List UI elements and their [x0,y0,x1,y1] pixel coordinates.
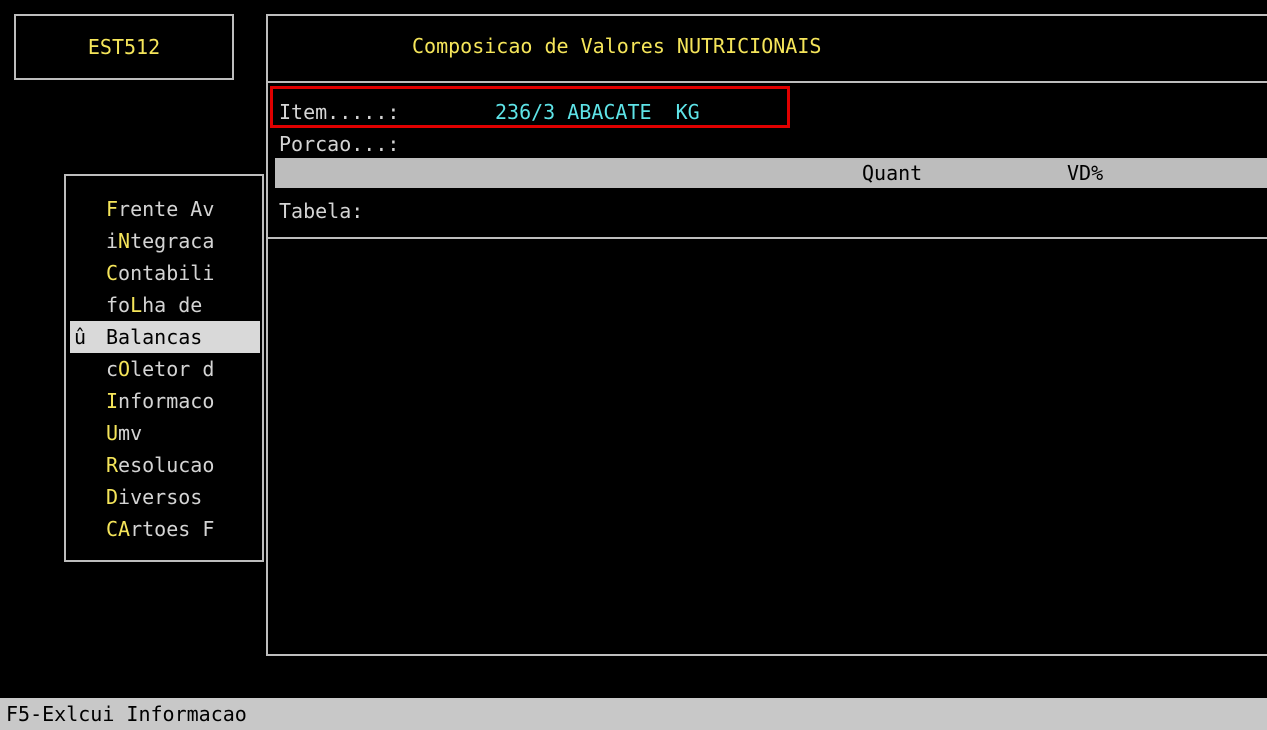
menu-item-text: Balancas [106,325,203,349]
selection-marker: û [74,325,87,349]
menu-item-hotkey: C [106,261,119,285]
menu-item-text: rtoes F [130,517,215,541]
menu-item[interactable]: Resolucao [70,449,260,481]
menu-item-text: letor d [130,357,215,381]
menu-item-hotkey: U [106,421,119,445]
menu-item-text: iversos [118,485,203,509]
menu-item-hotkey: O [118,357,131,381]
menu-item-hotkey: R [106,453,119,477]
porcao-label: Porcao...: [279,132,400,156]
menu-item-text: nformaco [118,389,215,413]
title-divider [266,81,1267,83]
menu-item[interactable]: iNtegraca [70,225,260,257]
tabela-label: Tabela: [279,199,364,223]
menu-item[interactable]: Umv [70,417,260,449]
column-header-quant: Quant [862,161,923,185]
menu-item-text: ha de [142,293,203,317]
menu-item[interactable]: û Balancas [70,321,260,353]
program-code-box: EST512 [14,14,234,80]
panel-title: Composicao de Valores NUTRICIONAIS [412,34,822,58]
column-header-vd: VD% [1067,161,1104,185]
program-code: EST512 [87,35,161,59]
main-menu: Frente Av iNtegraca Contabili foLha de û Bala… [70,193,260,545]
menu-item-hotkey: I [106,389,119,413]
menu-item-hotkey: L [130,293,143,317]
menu-item-text: fo [106,293,131,317]
menu-item[interactable]: Diversos [70,481,260,513]
table-header-bar [275,158,1267,188]
menu-item-text: c [106,357,119,381]
menu-item-hotkey: F [106,197,119,221]
menu-item-text: i [106,229,119,253]
menu-item-text: esolucao [118,453,215,477]
menu-item-hotkey: D [106,485,119,509]
item-label: Item.....: [279,100,400,124]
menu-item[interactable]: Contabili [70,257,260,289]
status-text: F5-Exlcui Informacao [6,702,247,726]
status-bar: F5-Exlcui Informacao [0,698,1267,730]
menu-item-text: tegraca [130,229,215,253]
menu-item-text: mv [118,421,143,445]
item-field[interactable]: 236/3 ABACATE KG [495,96,700,128]
menu-item-hotkey: N [118,229,131,253]
menu-item[interactable]: CArtoes F [70,513,260,545]
table-divider [266,237,1267,239]
menu-item[interactable]: Frente Av [70,193,260,225]
menu-item-text: rente Av [118,197,215,221]
menu-item[interactable]: foLha de [70,289,260,321]
menu-item-text: ontabili [118,261,215,285]
menu-item-hotkey: CA [106,517,131,541]
menu-item[interactable]: cOletor d [70,353,260,385]
menu-item[interactable]: Informaco [70,385,260,417]
